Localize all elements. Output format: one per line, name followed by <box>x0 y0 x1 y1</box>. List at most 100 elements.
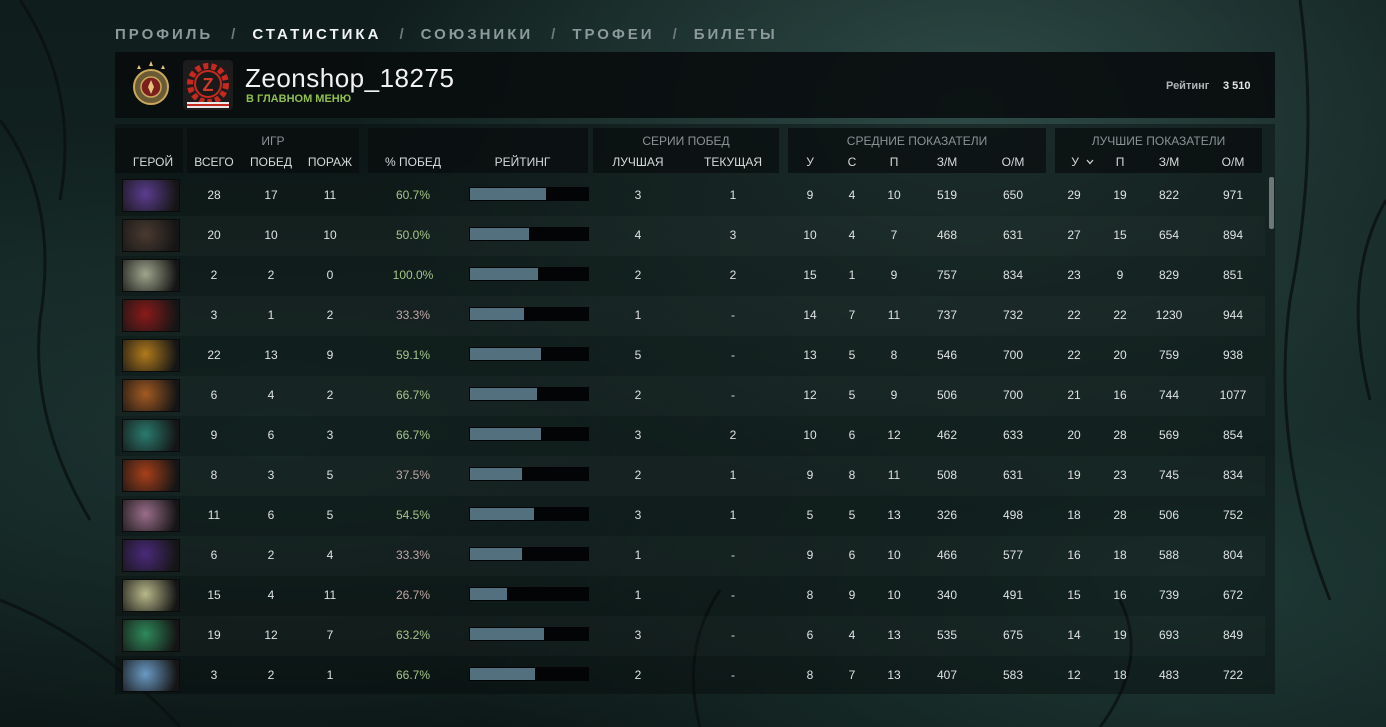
cell-avg-gpm: 506 <box>936 388 958 402</box>
table-row[interactable]: 6 2 4 33.3% 1 - 9 6 10 466 577 16 18 588 804 <box>115 536 1265 576</box>
rating-bar-fill <box>470 388 537 400</box>
col-rating[interactable]: РЕЙТИНГ <box>485 155 560 169</box>
col-hero[interactable]: ГЕРОЙ <box>123 155 183 169</box>
cell-winrate: 33.3% <box>395 548 431 562</box>
col-winrate[interactable]: % ПОБЕД <box>377 155 449 169</box>
scrollbar[interactable] <box>1269 177 1274 229</box>
col-cur-streak[interactable]: ТЕКУЩАЯ <box>695 155 771 169</box>
table-row[interactable]: 3 1 2 33.3% 1 - 14 7 11 737 732 22 22 1230 944 <box>115 296 1265 336</box>
cell-best-a: 19 <box>1113 628 1127 642</box>
hero-portrait[interactable] <box>122 619 180 652</box>
tab-profile[interactable]: ПРОФИЛЬ <box>115 26 213 43</box>
cell-avg-gpm: 462 <box>936 428 958 442</box>
col-losses[interactable]: ПОРАЖ <box>303 155 357 169</box>
cell-avg-a: 13 <box>887 628 901 642</box>
tab-statistics[interactable]: СТАТИСТИКА <box>252 26 381 43</box>
cell-best-a: 28 <box>1113 428 1127 442</box>
rating-bar <box>469 267 589 281</box>
cell-avg-gpm: 340 <box>936 588 958 602</box>
chevron-down-icon[interactable] <box>1085 157 1095 167</box>
table-row[interactable]: 22 13 9 59.1% 5 - 13 5 8 546 700 22 20 759 938 <box>115 336 1265 376</box>
avatar[interactable]: Z <box>183 60 233 110</box>
group-best: ЛУЧШИЕ ПОКАЗАТЕЛИ <box>1091 134 1226 148</box>
col-wins[interactable]: ПОБЕД <box>245 155 297 169</box>
col-avg-xpm[interactable]: О/М <box>993 155 1033 169</box>
cell-best-gpm: 759 <box>1158 348 1180 362</box>
cell-avg-k: 13 <box>803 348 817 362</box>
cell-best-streak: 4 <box>634 228 642 242</box>
table-row[interactable]: 3 2 1 66.7% 2 - 8 7 13 407 583 12 18 483 722 <box>115 656 1265 696</box>
cell-avg-d: 7 <box>848 668 856 682</box>
hero-portrait[interactable] <box>122 459 180 492</box>
cell-best-xpm: 854 <box>1222 428 1244 442</box>
hero-portrait[interactable] <box>122 299 180 332</box>
rating-bar <box>469 307 589 321</box>
cell-best-xpm: 672 <box>1222 588 1244 602</box>
cell-avg-d: 4 <box>848 228 856 242</box>
table-row[interactable]: 11 6 5 54.5% 3 1 5 5 13 326 498 18 28 506 752 <box>115 496 1265 536</box>
col-best-gpm[interactable]: З/М <box>1149 155 1189 169</box>
cell-total: 6 <box>210 548 218 562</box>
cell-avg-xpm: 498 <box>1002 508 1024 522</box>
table-row[interactable]: 20 10 10 50.0% 4 3 10 4 7 468 631 27 15 654 894 <box>115 216 1265 256</box>
tab-allies[interactable]: СОЮЗНИКИ <box>421 26 534 43</box>
hero-portrait[interactable] <box>122 579 180 612</box>
cell-cur-streak: 3 <box>729 228 737 242</box>
cell-avg-xpm: 583 <box>1002 668 1024 682</box>
tab-tickets[interactable]: БИЛЕТЫ <box>694 26 778 43</box>
hero-portrait[interactable] <box>122 179 180 212</box>
cell-best-xpm: 834 <box>1222 468 1244 482</box>
cell-losses: 11 <box>323 588 337 602</box>
cell-avg-a: 7 <box>890 228 898 242</box>
cell-avg-k: 15 <box>803 268 817 282</box>
col-avg-kills[interactable]: У <box>797 155 823 169</box>
cell-avg-d: 6 <box>848 548 856 562</box>
hero-portrait[interactable] <box>122 259 180 292</box>
cell-avg-d: 9 <box>848 588 856 602</box>
table-row[interactable]: 6 4 2 66.7% 2 - 12 5 9 506 700 21 16 744 1077 <box>115 376 1265 416</box>
col-avg-gpm[interactable]: З/М <box>927 155 967 169</box>
rating-bar-fill <box>470 348 541 360</box>
cell-best-xpm: 722 <box>1222 668 1244 682</box>
table-row[interactable]: 9 6 3 66.7% 3 2 10 6 12 462 633 20 28 569 854 <box>115 416 1265 456</box>
cell-wins: 17 <box>264 188 278 202</box>
cell-avg-gpm: 466 <box>936 548 958 562</box>
hero-portrait[interactable] <box>122 219 180 252</box>
hero-portrait[interactable] <box>122 499 180 532</box>
col-total[interactable]: ВСЕГО <box>189 155 239 169</box>
cell-winrate: 66.7% <box>395 428 431 442</box>
cell-best-xpm: 1077 <box>1219 388 1247 402</box>
cell-avg-a: 9 <box>890 388 898 402</box>
col-best-streak[interactable]: ЛУЧШАЯ <box>605 155 671 169</box>
rating-bar <box>469 547 589 561</box>
table-row[interactable]: 8 3 5 37.5% 2 1 9 8 11 508 631 19 23 745 834 <box>115 456 1265 496</box>
tab-trophies[interactable]: ТРОФЕИ <box>572 26 654 43</box>
cell-wins: 2 <box>267 268 275 282</box>
cell-best-gpm: 744 <box>1158 388 1180 402</box>
cell-cur-streak: 2 <box>729 268 737 282</box>
rating-bar <box>469 667 589 681</box>
cell-avg-k: 14 <box>803 308 817 322</box>
col-best-kills[interactable]: У <box>1065 155 1085 169</box>
col-best-assists[interactable]: П <box>1107 155 1133 169</box>
rating-bar-fill <box>470 508 534 520</box>
col-avg-deaths[interactable]: С <box>839 155 865 169</box>
table-row[interactable]: 15 4 11 26.7% 1 - 8 9 10 340 491 15 16 739 672 <box>115 576 1265 616</box>
table-row[interactable]: 2 2 0 100.0% 2 2 15 1 9 757 834 23 9 829 851 <box>115 256 1265 296</box>
hero-portrait[interactable] <box>122 379 180 412</box>
cell-avg-xpm: 700 <box>1002 388 1024 402</box>
cell-avg-xpm: 631 <box>1002 468 1024 482</box>
rating-bar <box>469 467 589 481</box>
hero-portrait[interactable] <box>122 419 180 452</box>
hero-portrait[interactable] <box>122 339 180 372</box>
cell-avg-gpm: 757 <box>936 268 958 282</box>
table-row[interactable]: 19 12 7 63.2% 3 - 6 4 13 535 675 14 19 693 849 <box>115 616 1265 656</box>
cell-avg-xpm: 631 <box>1002 228 1024 242</box>
cell-winrate: 54.5% <box>395 508 431 522</box>
hero-portrait[interactable] <box>122 659 180 692</box>
col-avg-assists[interactable]: П <box>881 155 907 169</box>
cell-cur-streak: 1 <box>729 188 737 202</box>
table-row[interactable]: 28 17 11 60.7% 3 1 9 4 10 519 650 29 19 822 971 <box>115 176 1265 216</box>
hero-portrait[interactable] <box>122 539 180 572</box>
col-best-xpm[interactable]: О/М <box>1213 155 1253 169</box>
